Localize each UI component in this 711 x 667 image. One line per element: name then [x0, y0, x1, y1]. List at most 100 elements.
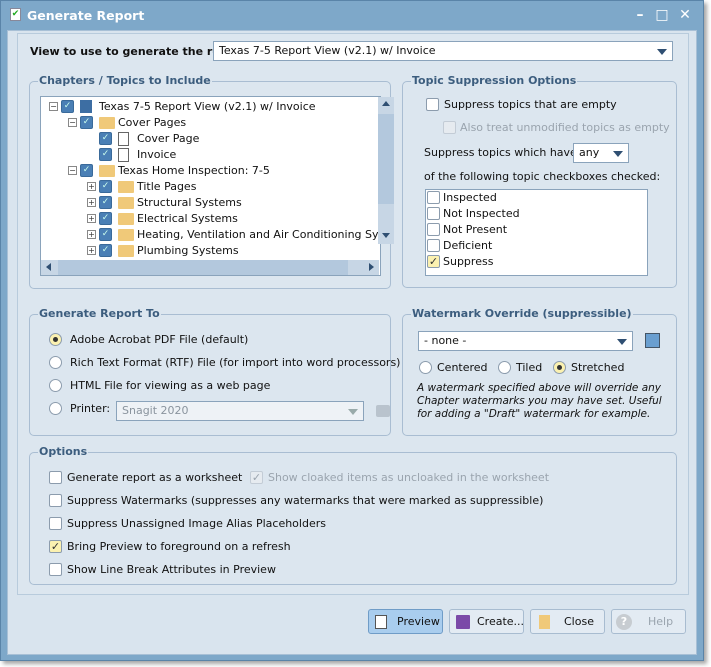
tree-node[interactable]: + ✓ Electrical Systems	[41, 211, 380, 227]
watermark-select[interactable]: - none -	[418, 331, 633, 351]
output-option-label: Adobe Acrobat PDF File (default)	[70, 333, 249, 346]
tree-node[interactable]: + ✓ Title Pages	[41, 179, 380, 195]
tree-checkbox[interactable]: ✓	[61, 100, 74, 113]
tree-checkbox[interactable]: ✓	[99, 244, 112, 257]
output-radio-1[interactable]	[49, 356, 62, 369]
dialog-body: View to use to generate the report: Texa…	[7, 30, 697, 655]
collapse-icon[interactable]: −	[68, 166, 77, 175]
tree-checkbox[interactable]: ✓	[99, 132, 112, 145]
generate-to-title: Generate Report To	[38, 307, 161, 320]
output-radio-2[interactable]	[49, 379, 62, 392]
view-select[interactable]: Texas 7-5 Report View (v2.1) w/ Invoice	[213, 41, 673, 61]
preview-button[interactable]: Preview	[368, 609, 443, 634]
tree-node-label: Cover Page	[137, 132, 200, 145]
topic-checkbox-label: Not Present	[443, 223, 508, 236]
tree-node[interactable]: + ✓ Structural Systems	[41, 195, 380, 211]
folder-icon	[118, 181, 134, 193]
expand-icon[interactable]: +	[87, 198, 96, 207]
preview-label: Preview	[397, 615, 440, 628]
expand-icon[interactable]: +	[87, 214, 96, 223]
option-checkbox-0[interactable]	[49, 471, 62, 484]
expand-icon[interactable]: +	[87, 182, 96, 191]
watermark-mode-label: Tiled	[516, 361, 543, 374]
suppress-empty-checkbox[interactable]	[426, 98, 439, 111]
scroll-right-icon[interactable]	[369, 263, 374, 271]
scroll-left-icon[interactable]	[46, 263, 51, 271]
tree-node[interactable]: − ✓ Texas Home Inspection: 7-5	[41, 163, 380, 179]
output-option-label: Rich Text Format (RTF) File (for import …	[70, 356, 401, 369]
tree-checkbox[interactable]: ✓	[99, 228, 112, 241]
folder-icon	[118, 245, 134, 257]
tree-node-label: Heating, Ventilation and Air Conditionin…	[137, 228, 381, 241]
watermark-group: Watermark Override (suppressible) - none…	[402, 307, 677, 436]
option-checkbox-5[interactable]	[49, 563, 62, 576]
watermark-mode-stretched[interactable]	[553, 361, 566, 374]
chevron-down-icon	[617, 339, 627, 345]
tree-node[interactable]: ✓ Cover Page	[41, 131, 380, 147]
scroll-down-icon[interactable]	[382, 233, 390, 238]
option-checkbox-1[interactable]: ✓	[250, 471, 263, 484]
maximize-button[interactable]: □	[654, 7, 670, 23]
option-checkbox-3[interactable]	[49, 517, 62, 530]
chevron-down-icon	[348, 409, 358, 415]
tree-checkbox[interactable]: ✓	[99, 196, 112, 209]
chapters-tree[interactable]: − ✓ Texas 7-5 Report View (v2.1) w/ Invoic…	[40, 96, 381, 276]
collapse-icon[interactable]: −	[68, 118, 77, 127]
horizontal-scrollbar[interactable]	[41, 260, 379, 275]
output-radio-0[interactable]	[49, 333, 62, 346]
generate-report-window: ✔ Generate Report – □ ✕ View to use to g…	[0, 0, 704, 661]
close-window-button[interactable]: ✕	[677, 7, 693, 23]
topic-checkbox-not-present[interactable]	[427, 223, 440, 236]
printer-setup-icon[interactable]	[376, 405, 390, 417]
save-icon	[456, 615, 470, 629]
tree-checkbox[interactable]: ✓	[80, 164, 93, 177]
vertical-scrollbar[interactable]	[378, 97, 394, 244]
tree-checkbox[interactable]: ✓	[99, 180, 112, 193]
topic-checkbox-label: Suppress	[443, 255, 494, 268]
scroll-thumb[interactable]	[378, 114, 394, 204]
tree-checkbox[interactable]: ✓	[99, 148, 112, 161]
watermark-mode-centered[interactable]	[419, 361, 432, 374]
minimize-button[interactable]: –	[632, 7, 648, 23]
expand-icon[interactable]: +	[87, 246, 96, 255]
document-icon	[118, 132, 129, 146]
create-button[interactable]: Create...	[449, 609, 524, 634]
tree-node-label: Plumbing Systems	[137, 244, 239, 257]
tree-node[interactable]: ✓ Invoice	[41, 147, 380, 163]
option-checkbox-2[interactable]	[49, 494, 62, 507]
watermark-mode-tiled[interactable]	[498, 361, 511, 374]
tree-checkbox[interactable]: ✓	[99, 212, 112, 225]
topic-checkbox-list[interactable]: Inspected Not Inspected Not Present Deficie…	[425, 189, 648, 276]
tree-node[interactable]: − ✓ Cover Pages	[41, 115, 380, 131]
expand-icon[interactable]: +	[87, 230, 96, 239]
tree-node[interactable]: + ✓ Plumbing Systems	[41, 243, 380, 259]
tree-node[interactable]: − ✓ Texas 7-5 Report View (v2.1) w/ Invoic…	[41, 99, 380, 115]
folder-open-icon	[99, 165, 115, 177]
topic-checkbox-deficient[interactable]	[427, 239, 440, 252]
tree-checkbox[interactable]: ✓	[80, 116, 93, 129]
report-check-icon: ✔	[10, 8, 21, 21]
close-button[interactable]: Close	[530, 609, 605, 634]
treat-unmodified-checkbox[interactable]	[443, 121, 456, 134]
option-checkbox-4[interactable]: ✓	[49, 540, 62, 553]
topic-checkbox-inspected[interactable]	[427, 191, 440, 204]
help-label: Help	[648, 615, 674, 628]
tree-node[interactable]: + ✓ Heating, Ventilation and Air Condition…	[41, 227, 381, 243]
scroll-up-icon[interactable]	[382, 101, 390, 106]
scroll-thumb-h[interactable]	[58, 260, 348, 275]
tree-node-label: Electrical Systems	[137, 212, 238, 225]
printer-select[interactable]: Snagit 2020	[116, 401, 364, 421]
suppress-which-label: Suppress topics which have	[424, 146, 577, 159]
topic-checkbox-not-inspected[interactable]	[427, 207, 440, 220]
help-button[interactable]: ? Help	[611, 609, 686, 634]
tree-node-label: Texas Home Inspection: 7-5	[118, 164, 270, 177]
folder-open-icon	[99, 117, 115, 129]
add-image-icon[interactable]	[645, 333, 660, 348]
output-option-label: Printer:	[70, 402, 111, 415]
topic-checkbox-suppress[interactable]: ✓	[427, 255, 440, 268]
any-all-select[interactable]: any	[573, 143, 629, 163]
collapse-icon[interactable]: −	[49, 102, 58, 111]
tree-node-label: Cover Pages	[118, 116, 187, 129]
output-radio-3[interactable]	[49, 402, 62, 415]
folder-icon	[118, 213, 134, 225]
